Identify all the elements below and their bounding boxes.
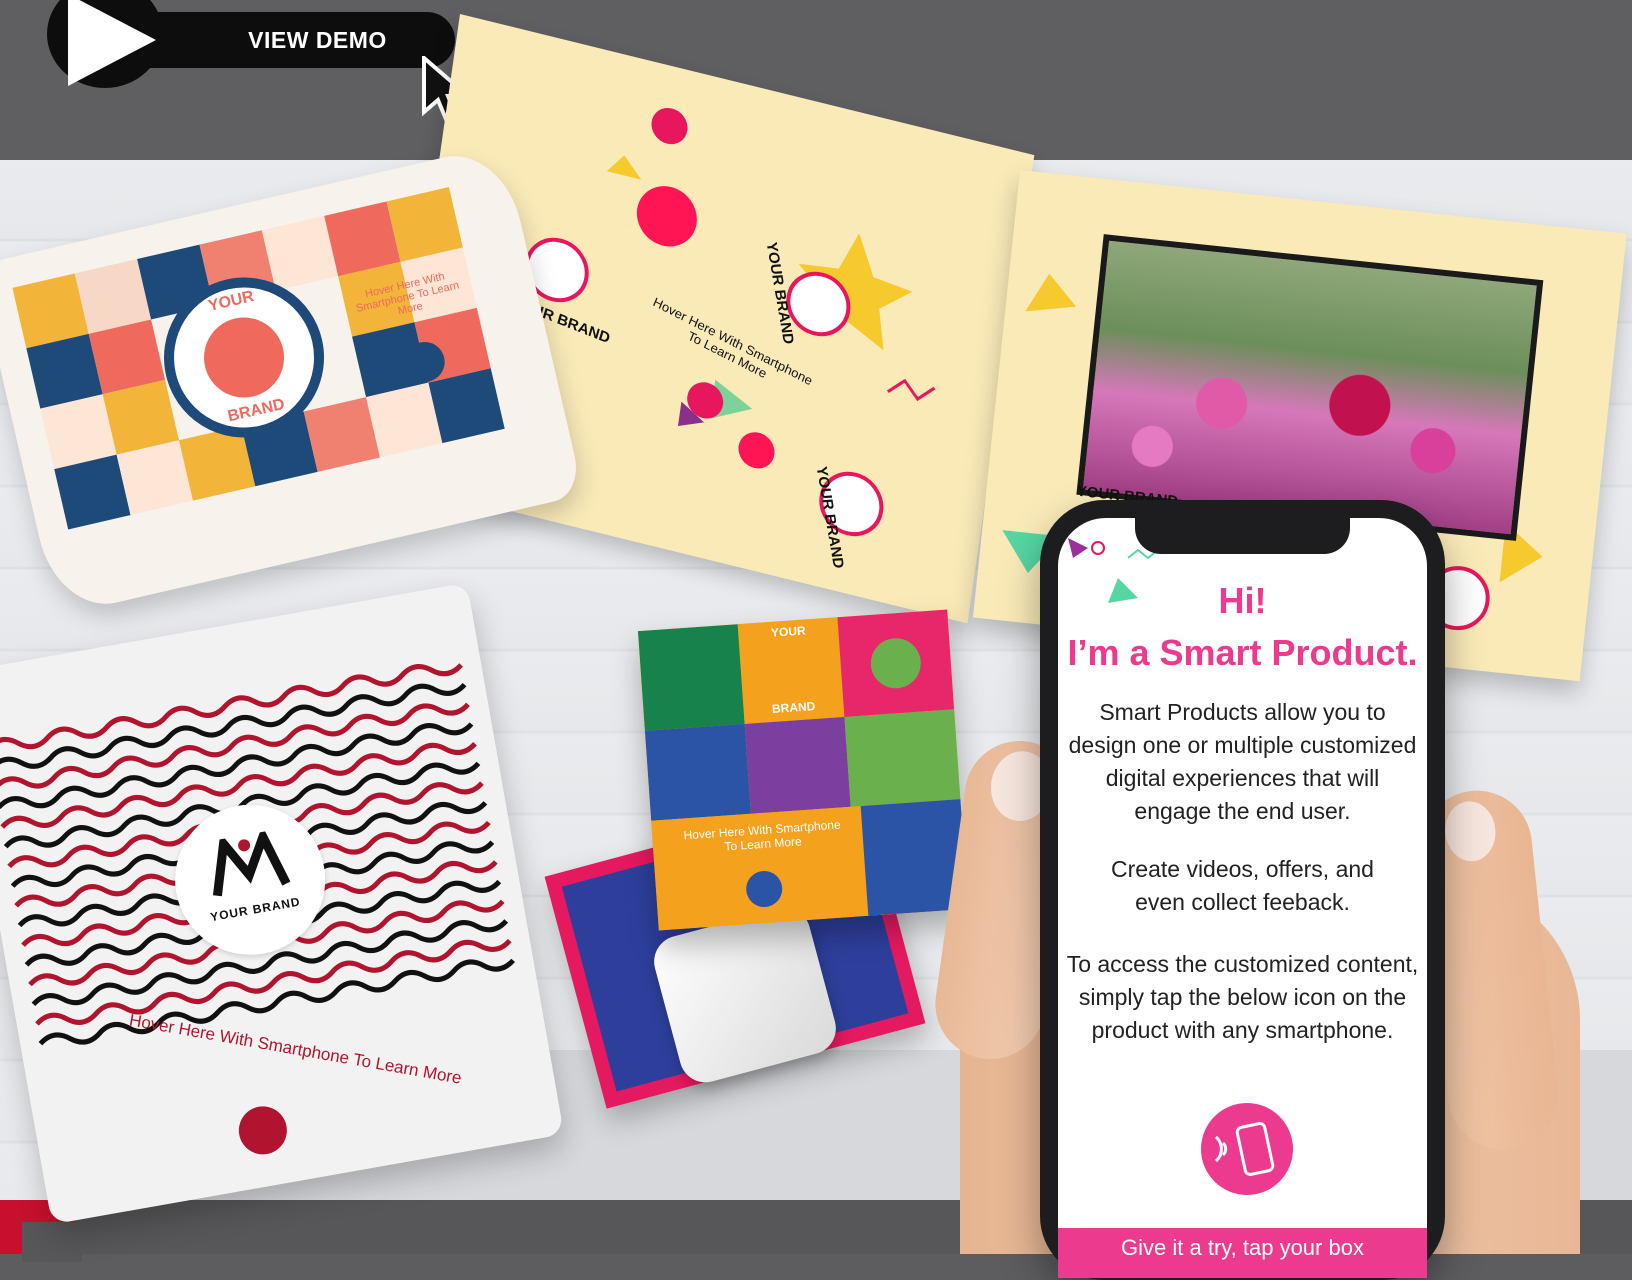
para3-line2: simply tap the below icon on the: [1078, 984, 1407, 1010]
nfc-tap-button[interactable]: [1201, 1103, 1293, 1195]
para1-line3: digital experiences that will: [1105, 765, 1380, 791]
try-it-banner[interactable]: Give it a try, tap your box: [1058, 1228, 1427, 1278]
lid-cell: [844, 709, 961, 807]
lid-cell: [744, 716, 851, 814]
phone-paragraph-2: Create videos, offers, and even collect …: [1058, 853, 1427, 919]
play-icon: [68, 0, 156, 86]
para1-line2: design one or multiple customized: [1068, 732, 1417, 758]
para1-line1: Smart Products allow you to: [1099, 699, 1386, 725]
lid-brand-bottom: BRAND: [771, 699, 816, 716]
tile: [428, 368, 505, 444]
seal-center: [196, 309, 292, 406]
phone-screen: Hi! I’m a Smart Product. Smart Products …: [1058, 518, 1427, 1278]
view-demo-button[interactable]: VIEW DEMO: [120, 12, 455, 68]
mailer-brand-label: YOUR BRAND: [209, 894, 302, 925]
para2-line2: even collect feeback.: [1135, 889, 1350, 915]
para3-line3: product with any smartphone.: [1091, 1017, 1394, 1043]
mailer-monogram-icon: [212, 828, 291, 897]
mailer-nfc-icon[interactable]: [235, 1102, 291, 1159]
para3-line1: To access the customized content,: [1066, 951, 1419, 977]
mailer-body: YOUR BRAND Hover Here With Smartphone To…: [0, 582, 565, 1225]
phone-paragraph-3: To access the customized content, simply…: [1058, 948, 1427, 1047]
lid-cell: YOUR BRAND: [737, 617, 845, 724]
lid-cell: [637, 624, 745, 731]
para1-line4: engage the end user.: [1134, 798, 1351, 824]
view-demo-label: VIEW DEMO: [248, 26, 387, 53]
lid-nfc-icon[interactable]: [744, 869, 784, 909]
nfc-tap-icon: [1214, 1122, 1275, 1176]
lid-label-area: Hover Here With Smartphone To Learn More: [651, 799, 969, 931]
lid-circle: [869, 636, 923, 690]
phone-notch: [1135, 516, 1350, 554]
lid-brand-top: YOUR: [770, 623, 807, 640]
square-box-lid: YOUR BRAND Hover Here With Smartphone To…: [637, 609, 969, 931]
phone-greeting: Hi!: [1218, 580, 1267, 621]
phone-paragraph-1: Smart Products allow you to design one o…: [1058, 696, 1427, 828]
finger-nail: [1442, 798, 1499, 864]
para2-line1: Create videos, offers, and: [1111, 856, 1374, 882]
lid-cell: [837, 609, 955, 717]
lid-cell: [644, 723, 751, 821]
poly-mailer: YOUR BRAND Hover Here With Smartphone To…: [0, 576, 605, 1235]
phone-headline: I’m a Smart Product.: [1067, 632, 1418, 673]
lid-hover-text: Hover Here With Smartphone To Learn More: [662, 816, 863, 858]
